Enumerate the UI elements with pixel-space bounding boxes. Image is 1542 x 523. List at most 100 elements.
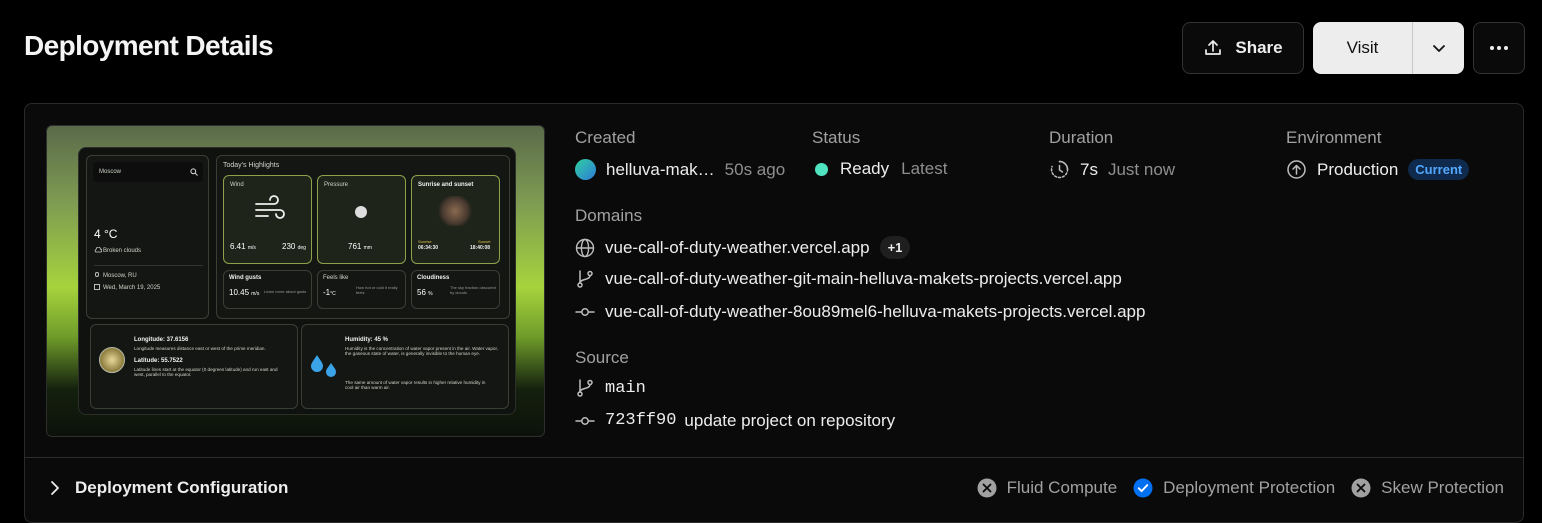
share-icon	[1203, 38, 1223, 58]
preview-wind-label: Wind	[230, 182, 244, 188]
calendar-icon	[94, 284, 100, 290]
deployment-meta: Created helluva-mak… 50s ago Status Read…	[575, 104, 1523, 457]
flag-fluid-compute[interactable]: Fluid Compute	[977, 478, 1118, 498]
deployment-config-row[interactable]: Deployment Configuration Fluid Compute D…	[25, 457, 1523, 522]
preview-longitude: Longitude: 37.6156	[134, 337, 189, 343]
preview-wind-deg-unit: deg	[297, 245, 306, 251]
source-commit-row: 723ff90 update project on repository	[575, 411, 895, 431]
flag-label: Fluid Compute	[1006, 478, 1118, 497]
deployment-config-toggle[interactable]: Deployment Configuration	[49, 478, 288, 498]
preview-feels-label: Feels like	[323, 275, 349, 281]
environment-label: Environment	[1286, 128, 1382, 147]
preview-highlights-panel: Today's Highlights Wind 6.41 m/s 230 deg…	[216, 155, 510, 319]
page-title: Deployment Details	[24, 30, 274, 61]
avatar	[575, 159, 596, 180]
search-icon	[190, 168, 198, 176]
more-horizontal-icon	[1489, 45, 1509, 51]
preview-city-panel: Moscow 4 °C Broken clouds Moscow, RU Wed…	[86, 155, 209, 319]
preview-condition: Broken clouds	[103, 248, 142, 254]
preview-gusts-hint: Learn more about gusts	[264, 289, 307, 294]
domain-commit-row: vue-call-of-duty-weather-8ou89mel6-hellu…	[575, 302, 1145, 322]
preview-location: Moscow, RU	[103, 273, 137, 279]
deployment-config-label: Deployment Configuration	[75, 478, 289, 497]
status-text: Ready	[840, 159, 890, 178]
page-header: Deployment Details Share Visit	[0, 0, 1542, 96]
preview-city: Moscow	[99, 169, 122, 175]
preview-humidity-desc2: The same amount of water vapor results i…	[345, 380, 486, 390]
visit-button[interactable]: Visit	[1313, 38, 1412, 58]
flag-deployment-protection[interactable]: Deployment Protection	[1133, 478, 1335, 498]
preview-cloud-hint: The sky fraction obscured by clouds	[450, 285, 496, 295]
preview-temp: 4 °C	[94, 227, 118, 241]
domain-branch-link[interactable]: vue-call-of-duty-weather-git-main-helluv…	[605, 269, 1122, 289]
wind-icon	[253, 194, 285, 224]
status-label: Status	[812, 128, 861, 147]
preview-feels-card: Feels like -1°C How hot or cold it reall…	[317, 270, 406, 309]
preview-humidity-card: Humidity: 45 % Humidity is the concentra…	[301, 324, 509, 409]
deployment-preview[interactable]: Moscow 4 °C Broken clouds Moscow, RU Wed…	[46, 125, 545, 437]
flag-skew-protection[interactable]: Skew Protection	[1351, 478, 1504, 498]
preview-cloud-card: Cloudiness 56 % The sky fraction obscure…	[411, 270, 500, 309]
preview-longitude-desc: Longitude measures distance east or west…	[134, 346, 266, 351]
preview-wind-speed-unit: m/s	[247, 245, 256, 251]
visit-dropdown-button[interactable]	[1413, 22, 1464, 74]
git-commit-icon	[575, 411, 595, 431]
git-commit-icon	[575, 302, 595, 322]
source-branch[interactable]: main	[605, 379, 646, 398]
divider	[94, 265, 203, 266]
domain-branch-row: vue-call-of-duty-weather-git-main-helluv…	[575, 269, 1122, 289]
share-label: Share	[1235, 38, 1283, 57]
environment-value: Production Current	[1286, 159, 1470, 180]
duration-value: 7s Just now	[1049, 159, 1175, 180]
status-value: Ready Latest	[815, 159, 947, 179]
preview-pressure-card: Pressure 761 mm	[317, 175, 406, 264]
preview-sunset-label: Sunset	[478, 239, 491, 244]
domain-primary-link[interactable]: vue-call-of-duty-weather.vercel.app	[605, 238, 870, 258]
preview-latitude-desc: Latitude lines start at the equator (0 d…	[134, 367, 278, 377]
deployment-card: Moscow 4 °C Broken clouds Moscow, RU Wed…	[24, 103, 1524, 523]
status-tag: Latest	[901, 159, 948, 178]
preview-app-window: Moscow 4 °C Broken clouds Moscow, RU Wed…	[78, 147, 516, 415]
preview-gusts-card: Wind gusts 10.45 m/s Learn more about gu…	[223, 270, 312, 309]
source-commit-message[interactable]: update project on repository	[684, 411, 895, 431]
pressure-gauge-icon	[355, 206, 367, 218]
source-label: Source	[575, 348, 629, 367]
preview-coords-card: Longitude: 37.6156 Longitude measures di…	[90, 324, 298, 409]
domain-extra-count[interactable]: +1	[879, 236, 911, 259]
duration-when: Just now	[1107, 159, 1176, 179]
preview-humidity: Humidity: 45 %	[345, 337, 389, 343]
globe-icon	[575, 238, 595, 258]
preview-sunset: 18:40:08	[470, 245, 491, 251]
more-options-button[interactable]	[1473, 22, 1525, 74]
preview-highlights-title: Today's Highlights	[223, 162, 280, 169]
preview-pressure-value: 761	[348, 242, 362, 251]
pin-icon	[95, 272, 99, 277]
cloud-icon	[94, 247, 102, 253]
preview-pressure-label: Pressure	[324, 182, 349, 188]
preview-cloud-value: 56	[417, 288, 426, 297]
created-value: helluva-mak… 50s ago	[575, 159, 785, 180]
arrow-up-circle-icon	[1286, 159, 1307, 180]
timer-icon	[1049, 159, 1070, 180]
preview-humidity-desc1: Humidity is the concentration of water v…	[345, 346, 499, 356]
share-button[interactable]: Share	[1182, 22, 1304, 74]
source-commit-hash[interactable]: 723ff90	[605, 411, 676, 431]
preview-pressure-unit: mm	[363, 245, 372, 251]
preview-date: Wed, March 19, 2025	[103, 285, 161, 291]
git-branch-icon	[575, 378, 595, 398]
preview-latitude: Latitude: 55.7522	[134, 358, 183, 364]
created-user[interactable]: helluva-mak…	[606, 160, 715, 180]
preview-wind-speed: 6.41	[230, 242, 246, 251]
domain-primary-row: vue-call-of-duty-weather.vercel.app +1	[575, 236, 911, 259]
status-dot-icon	[815, 162, 828, 176]
preview-gusts-label: Wind gusts	[229, 275, 262, 281]
compass-icon	[99, 347, 125, 373]
domain-commit-link[interactable]: vue-call-of-duty-weather-8ou89mel6-hellu…	[605, 302, 1145, 322]
created-time: 50s ago	[724, 159, 786, 179]
check-circle-icon	[1133, 478, 1153, 498]
duration-text: 7s	[1080, 159, 1098, 179]
environment-text[interactable]: Production	[1317, 160, 1398, 180]
preview-sunrise: 06:34:30	[418, 245, 439, 251]
sun-illustration-icon	[438, 196, 472, 226]
git-branch-icon	[575, 269, 595, 289]
